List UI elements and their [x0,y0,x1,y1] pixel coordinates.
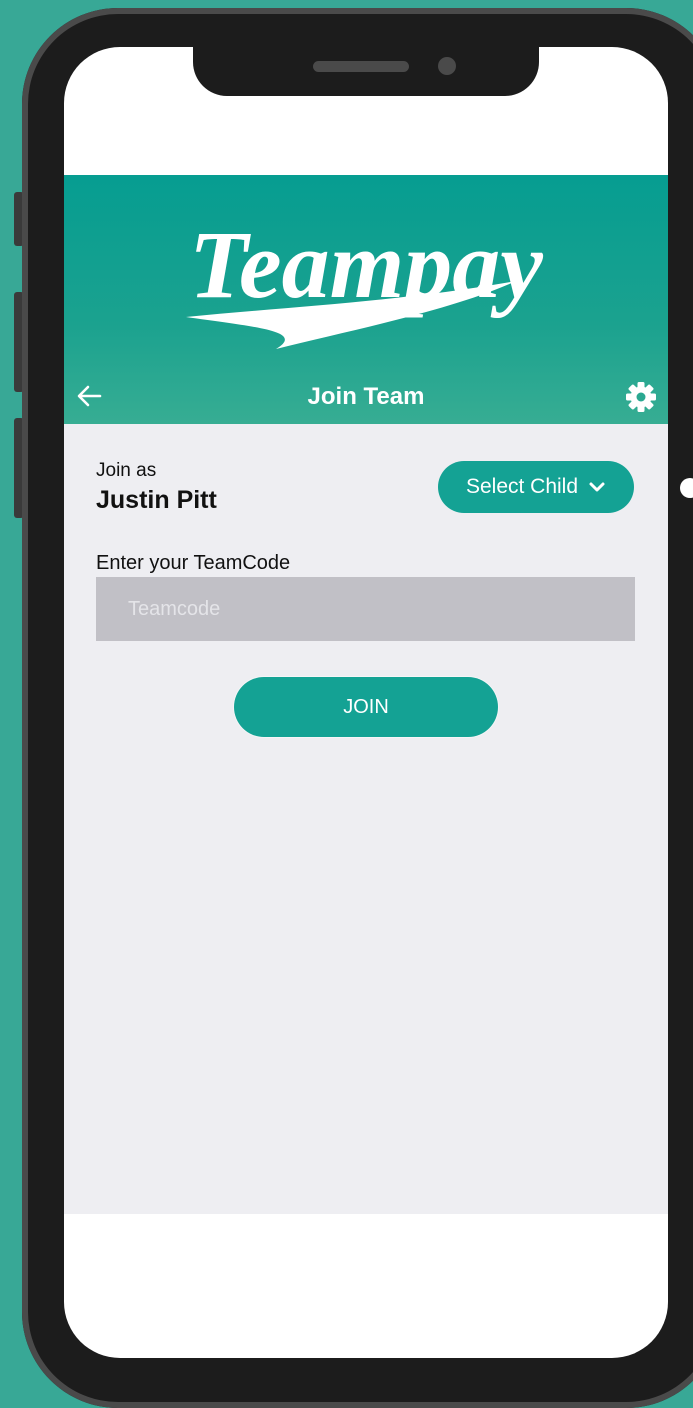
join-as-label: Join as [96,460,157,481]
app-header: Teampay Join Team [64,175,668,424]
select-child-label: Select Child [465,475,579,498]
page-title: Join Team [307,383,425,410]
nav-bar: Join Team [64,371,668,423]
join-as-name: Justin Pitt [96,486,217,514]
teampay-logo: Teampay [186,211,543,349]
gear-icon[interactable] [624,380,658,414]
select-child-button[interactable]: Select Child [438,461,634,513]
join-button-label: JOIN [343,695,389,718]
phone-screen: Teampay Join Team Join as Justin Pitt Se… [64,47,668,1358]
chevron-down-icon [589,482,605,492]
teamcode-label: Enter your TeamCode [96,552,291,574]
speaker-grille [313,61,409,72]
join-team-content: Join as Justin Pitt Select Child Enter y… [64,424,668,1214]
teamcode-input[interactable] [96,577,635,641]
join-button[interactable]: JOIN [234,677,498,737]
front-camera [438,57,456,75]
decorative-dot [680,478,693,498]
